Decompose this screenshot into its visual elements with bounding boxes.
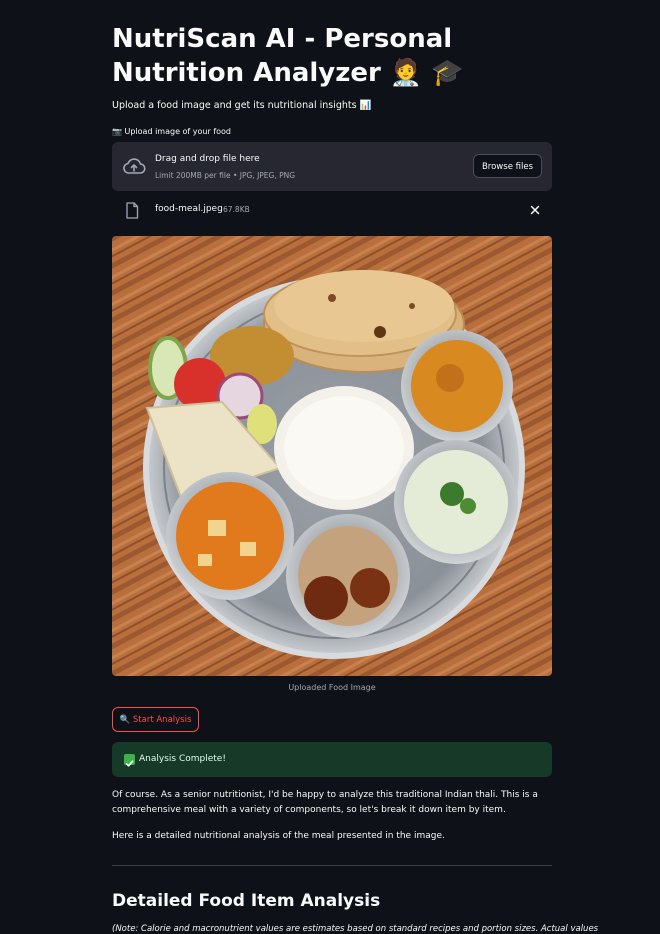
- file-dropzone[interactable]: Drag and drop file here Limit 200MB per …: [112, 142, 552, 191]
- image-caption: Uploaded Food Image: [288, 683, 376, 692]
- dropzone-title: Drag and drop file here: [155, 154, 260, 164]
- file-size: 67.8KB: [223, 205, 250, 214]
- section-heading: Detailed Food Item Analysis: [112, 891, 381, 911]
- food-image: [112, 236, 552, 676]
- page-title: NutriScan AI - Personal Nutrition Analyz…: [112, 24, 464, 88]
- success-alert: Analysis Complete!: [112, 742, 552, 777]
- success-message: Analysis Complete!: [139, 754, 226, 764]
- check-icon: [124, 754, 135, 767]
- analysis-intro: Of course. As a senior nutritionist, I'd…: [112, 790, 538, 815]
- close-icon[interactable]: [529, 204, 541, 216]
- cloud-upload-icon: [123, 158, 146, 174]
- browse-files-button[interactable]: Browse files: [472, 154, 542, 178]
- start-analysis-button[interactable]: 🔍 Start Analysis: [112, 707, 199, 732]
- uploader-label: 📷 Upload image of your food: [112, 127, 232, 136]
- analysis-lead: Here is a detailed nutritional analysis …: [112, 831, 445, 841]
- file-name: food-meal.jpeg: [155, 204, 223, 214]
- uploaded-file-row: food-meal.jpeg 67.8KB: [112, 198, 552, 224]
- file-icon: [126, 202, 139, 219]
- thali-illustration: [112, 236, 552, 676]
- dropzone-limit: Limit 200MB per file • JPG, JPEG, PNG: [155, 171, 296, 180]
- section-divider: [112, 865, 552, 866]
- estimate-note: (Note: Calorie and macronutrient values …: [112, 924, 599, 934]
- page-subtitle: Upload a food image and get its nutritio…: [112, 100, 372, 111]
